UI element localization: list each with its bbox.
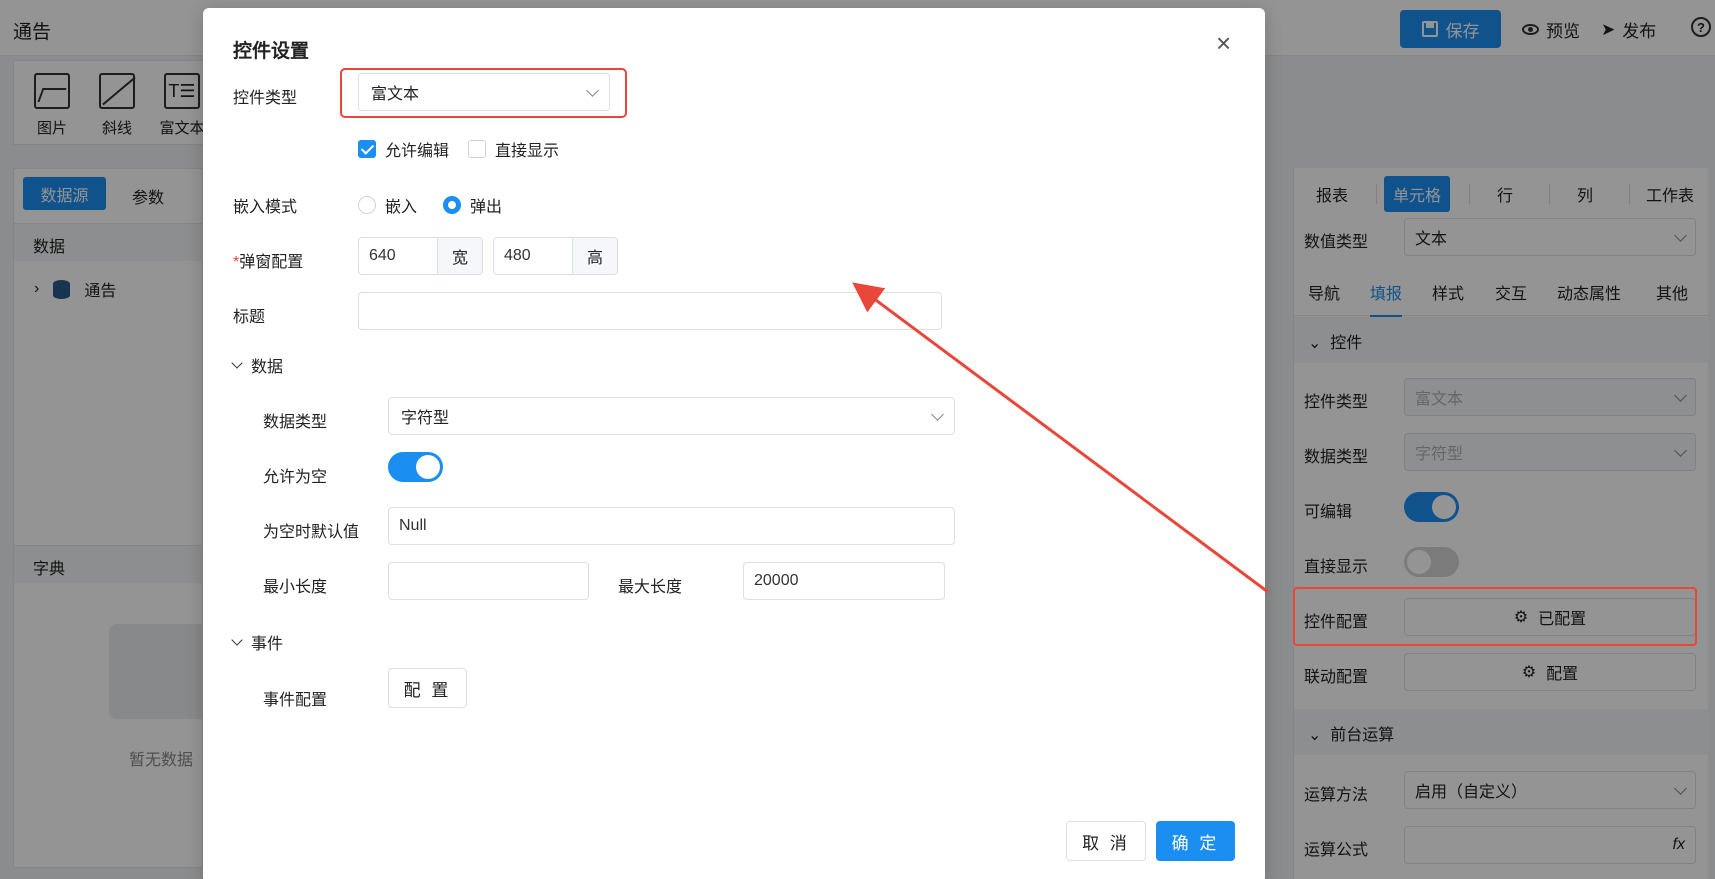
checkbox-icon [468, 140, 486, 158]
allow-empty-toggle[interactable] [388, 452, 443, 482]
allow-edit-label: 允许编辑 [385, 143, 450, 160]
control-type-select[interactable]: 富文本 [358, 73, 610, 111]
allow-edit-checkbox[interactable]: 允许编辑 [358, 137, 449, 161]
section-data-label: 数据 [251, 359, 284, 376]
toggle-knob [416, 455, 440, 479]
close-icon[interactable]: × [1216, 30, 1231, 56]
max-length-input[interactable]: 20000 [743, 562, 945, 600]
embed-option-label: 嵌入 [385, 199, 418, 216]
empty-default-label: 为空时默认值 [263, 524, 360, 541]
width-unit: 宽 [437, 237, 483, 275]
data-type-select[interactable]: 字符型 [388, 397, 955, 435]
cancel-button[interactable]: 取 消 [1066, 821, 1146, 861]
confirm-button[interactable]: 确 定 [1156, 821, 1235, 861]
section-event-label: 事件 [251, 636, 284, 653]
direct-display-checkbox[interactable]: 直接显示 [468, 137, 559, 161]
control-type-value: 富文本 [371, 86, 420, 103]
allow-empty-label: 允许为空 [263, 469, 328, 486]
section-data[interactable]: 数据 [231, 353, 284, 377]
popup-config-label: *弹窗配置 [233, 248, 303, 272]
chevron-down-icon [931, 407, 944, 421]
embed-radio[interactable]: 嵌入 [358, 193, 417, 217]
event-config-label: 事件配置 [263, 692, 328, 709]
radio-icon [358, 196, 376, 214]
checkbox-checked-icon [358, 140, 376, 158]
popup-config-label-text: 弹窗配置 [239, 254, 304, 271]
popup-option-label: 弹出 [470, 199, 503, 216]
direct-display-label: 直接显示 [495, 143, 560, 160]
title-label: 标题 [233, 309, 266, 326]
event-config-button[interactable]: 配 置 [388, 668, 467, 708]
min-length-label: 最小长度 [263, 579, 328, 596]
min-length-input[interactable] [388, 562, 589, 600]
embed-mode-label: 嵌入模式 [233, 199, 298, 216]
title-input[interactable] [358, 292, 942, 330]
control-type-label: 控件类型 [233, 90, 298, 107]
data-type-label: 数据类型 [263, 414, 328, 431]
chevron-down-icon [231, 356, 243, 369]
section-event[interactable]: 事件 [231, 630, 284, 654]
popup-width-input[interactable]: 640 [358, 237, 438, 275]
chevron-down-icon [586, 83, 599, 97]
popup-radio[interactable]: 弹出 [443, 193, 502, 217]
empty-default-input[interactable]: Null [388, 507, 955, 545]
control-settings-dialog: 控件设置 × 控件类型 富文本 允许编辑 直接显示 嵌入模式 嵌入 弹出 *弹窗… [203, 8, 1265, 879]
data-type-value: 字符型 [401, 410, 450, 427]
radio-selected-icon [443, 196, 461, 214]
height-unit: 高 [572, 237, 618, 275]
highlight-box [1293, 587, 1697, 646]
dialog-title: 控件设置 [233, 41, 310, 62]
chevron-down-icon [231, 633, 243, 646]
max-length-label: 最大长度 [618, 579, 683, 596]
popup-height-input[interactable]: 480 [493, 237, 573, 275]
